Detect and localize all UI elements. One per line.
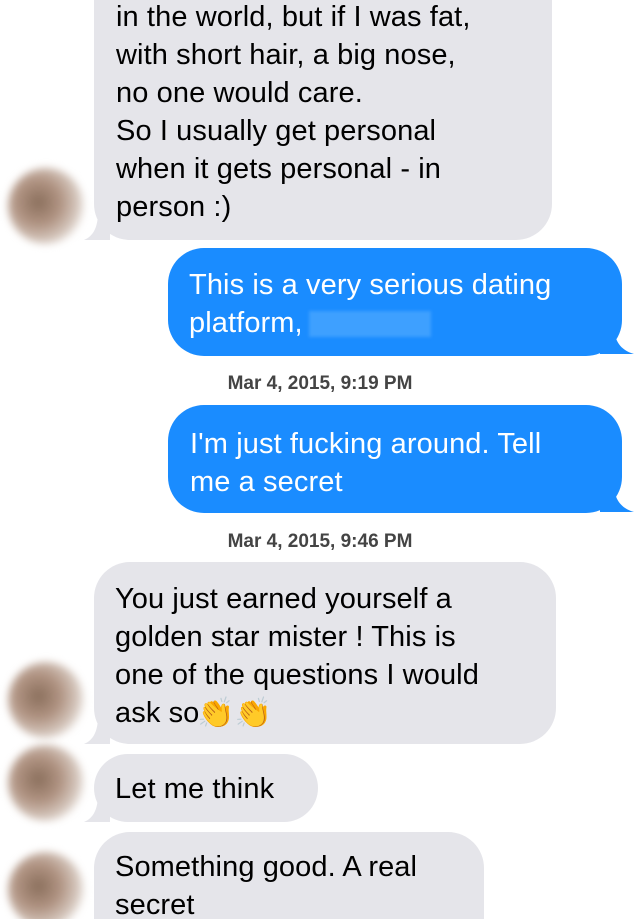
message-line: Let me think	[115, 773, 275, 805]
message-line: I'm just fucking around. Tell	[190, 428, 542, 460]
message-line: So I usually get personal	[116, 115, 437, 147]
message-line: platform,	[189, 304, 622, 342]
outgoing-message-bubble[interactable]: This is a very serious dating platform,	[168, 248, 622, 356]
message-line: no one would care.	[116, 77, 363, 109]
incoming-bubble-tail	[84, 794, 110, 822]
message-timestamp: Mar 4, 2015, 9:46 PM	[0, 531, 640, 553]
contact-avatar	[8, 168, 84, 244]
contact-avatar	[8, 852, 84, 919]
clapping-hands-icon: 👏👏	[197, 697, 273, 731]
outgoing-bubble-tail	[600, 484, 634, 512]
incoming-message-bubble[interactable]: You just earned yourself a golden star m…	[94, 562, 556, 744]
message-text: ask so	[115, 697, 200, 729]
timestamp-time: 9:19 PM	[340, 373, 413, 394]
message-line: when it gets personal - in	[116, 153, 441, 185]
message-line: one of the questions I would	[115, 659, 479, 691]
contact-avatar	[8, 662, 84, 738]
message-line: ask so👏👏	[115, 694, 556, 732]
message-line: secret	[115, 889, 195, 919]
timestamp-time: 9:46 PM	[340, 531, 413, 552]
message-line: in the world, but if I was fat,	[116, 1, 471, 33]
incoming-message-bubble[interactable]: Something good. A real secret	[94, 832, 484, 919]
incoming-bubble-tail	[84, 212, 110, 240]
incoming-bubble-tail	[84, 716, 110, 744]
message-line: me a secret	[190, 466, 343, 498]
message-line: You just earned yourself a	[115, 583, 452, 615]
message-line: This is a very serious dating	[189, 269, 552, 301]
redacted-name	[308, 311, 431, 338]
message-timestamp: Mar 4, 2015, 9:19 PM	[0, 373, 640, 395]
message-line: person :)	[116, 191, 232, 223]
message-text: platform,	[189, 307, 303, 339]
timestamp-date: Mar 4, 2015,	[227, 531, 336, 552]
contact-avatar	[8, 745, 84, 821]
incoming-message-bubble[interactable]: Let me think	[94, 754, 318, 822]
outgoing-bubble-tail	[600, 326, 634, 354]
timestamp-date: Mar 4, 2015,	[227, 373, 336, 394]
message-line: with short hair, a big nose,	[116, 39, 456, 71]
message-line: Something good. A real	[115, 851, 418, 883]
outgoing-message-bubble[interactable]: I'm just fucking around. Tell me a secre…	[168, 405, 622, 513]
message-line: golden star mister ! This is	[115, 621, 456, 653]
incoming-message-bubble[interactable]: in the world, but if I was fat, with sho…	[94, 0, 552, 240]
